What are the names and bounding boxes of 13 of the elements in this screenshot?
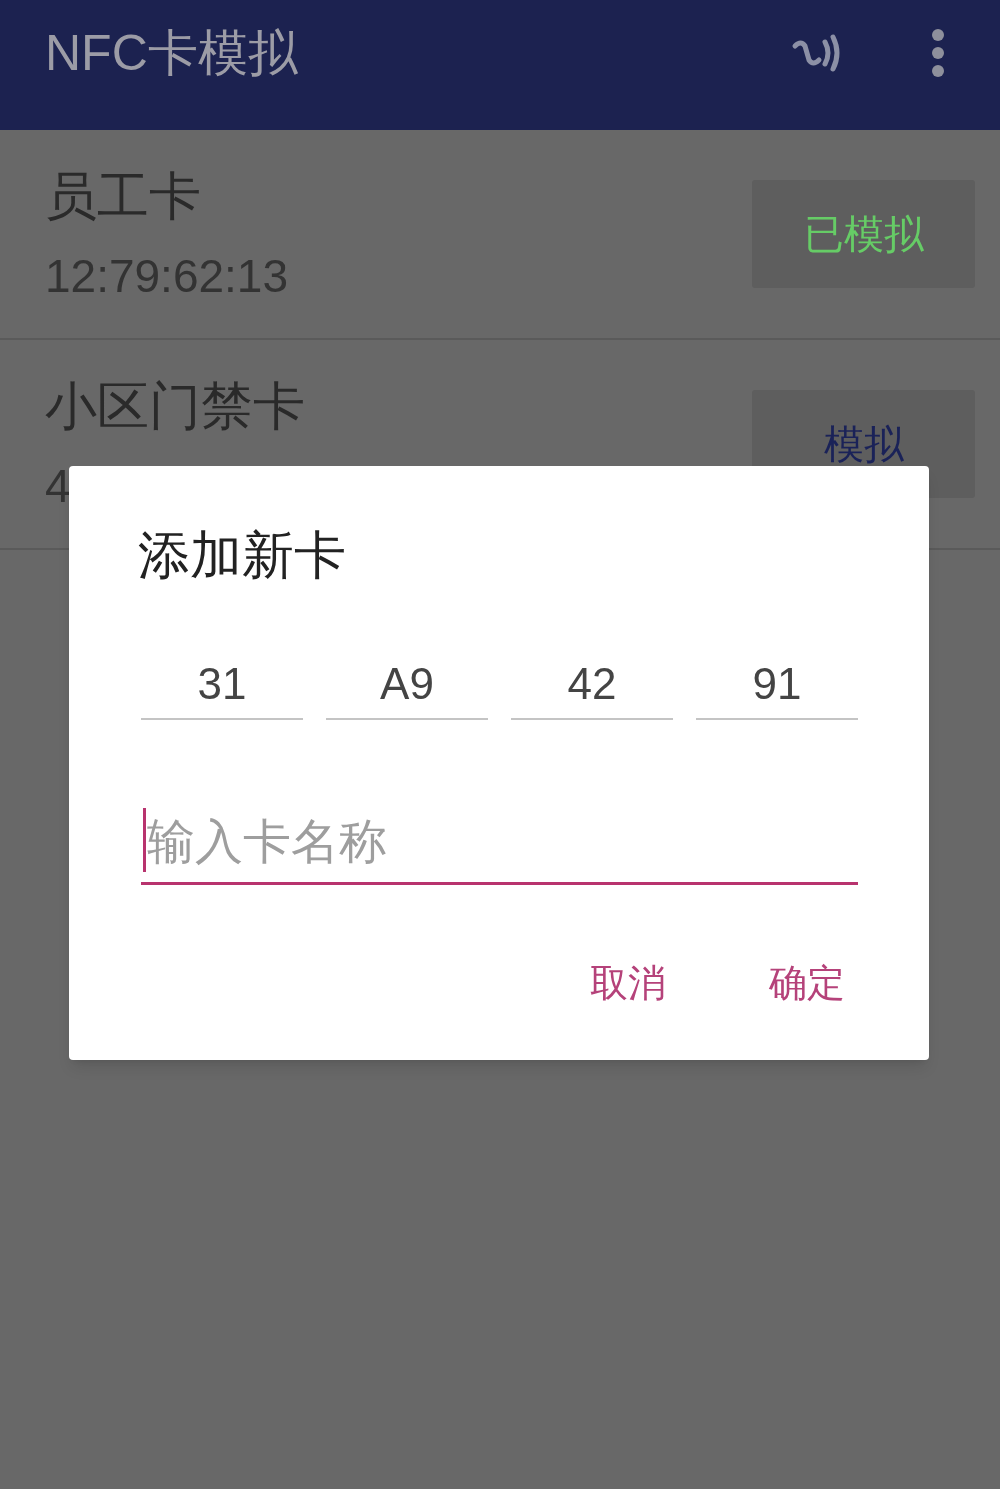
- hex-input-field[interactable]: 42: [511, 650, 673, 720]
- hex-input-field[interactable]: A9: [326, 650, 488, 720]
- app-title: NFC卡模拟: [45, 28, 299, 78]
- card-name: 小区门禁卡: [45, 375, 306, 437]
- text-cursor-icon: [143, 808, 146, 872]
- dialog-title: 添加新卡: [138, 525, 347, 586]
- hex-input-field[interactable]: 31: [141, 650, 303, 720]
- card-name: 员工卡: [45, 165, 202, 227]
- dialog-button[interactable]: 取消: [570, 943, 686, 1023]
- card-name-field[interactable]: 输入卡名称: [141, 800, 858, 885]
- hex-input-field[interactable]: 91: [696, 650, 858, 720]
- dialog-button[interactable]: 确定: [749, 943, 865, 1023]
- menu-icon[interactable]: [931, 28, 945, 78]
